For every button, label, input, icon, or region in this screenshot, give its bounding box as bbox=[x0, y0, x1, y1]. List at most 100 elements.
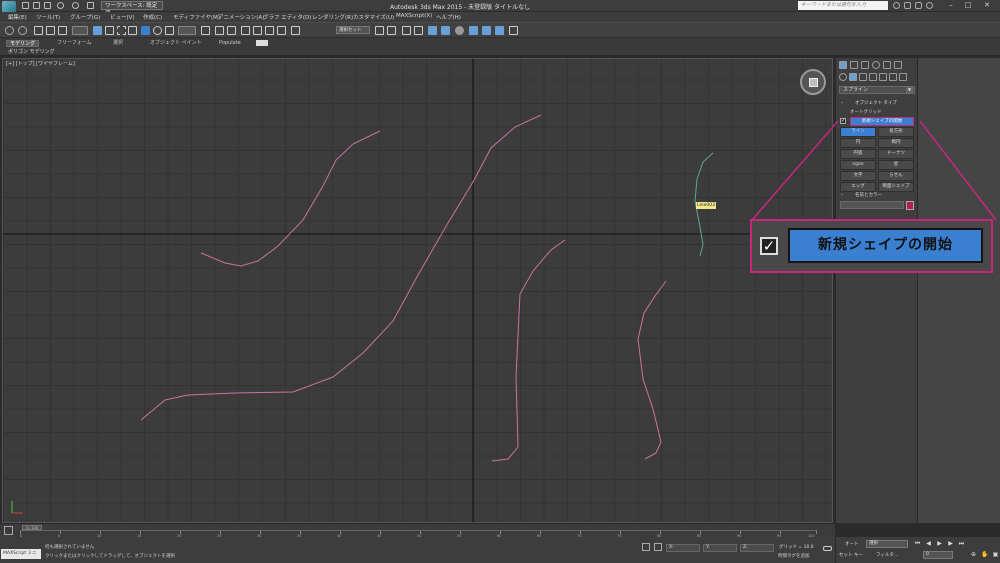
key-icon[interactable] bbox=[823, 546, 832, 551]
menu-rendering[interactable]: レンダリング(R) bbox=[312, 13, 353, 21]
redo-icon[interactable] bbox=[72, 2, 79, 9]
start-new-shape-button-zoomed[interactable]: 新規シェイプの開始 bbox=[788, 228, 983, 263]
ribbon-options-icon[interactable] bbox=[256, 40, 268, 46]
open-file-icon[interactable] bbox=[33, 2, 40, 9]
select-and-manipulate-icon[interactable] bbox=[215, 26, 224, 35]
new-file-icon[interactable] bbox=[22, 2, 29, 9]
create-tab-icon[interactable] bbox=[839, 61, 847, 69]
tab-freeform[interactable]: フリーフォーム bbox=[57, 40, 92, 47]
redo-icon[interactable] bbox=[18, 26, 27, 35]
project-folder-icon[interactable] bbox=[87, 2, 94, 9]
region-select-icon[interactable] bbox=[117, 26, 126, 35]
named-selection-sets-dropdown[interactable]: 選択セット bbox=[336, 26, 370, 34]
window-crossing-icon[interactable] bbox=[128, 26, 137, 35]
rollout-object-type[interactable]: – オブジェクト タイプ bbox=[839, 100, 915, 107]
ribbon-subtab-polygon-modeling[interactable]: ポリゴン モデリング bbox=[8, 48, 55, 55]
key-filter-dropdown[interactable]: 選択 bbox=[866, 540, 908, 548]
close-button[interactable]: ✕ bbox=[980, 0, 994, 11]
display-tab-icon[interactable] bbox=[883, 61, 891, 69]
geometry-icon[interactable] bbox=[839, 73, 847, 81]
mirror-icon[interactable] bbox=[375, 26, 384, 35]
graphite-toggle-icon[interactable] bbox=[414, 26, 423, 35]
menu-help[interactable]: ヘルプ(H) bbox=[436, 13, 461, 21]
maximize-button[interactable]: □ bbox=[961, 0, 975, 11]
edit-named-selection-icon[interactable] bbox=[291, 26, 300, 35]
x-coordinate-field[interactable]: X: bbox=[666, 544, 700, 552]
pan-view-icon[interactable]: ✋ bbox=[981, 551, 988, 558]
schematic-view-icon[interactable] bbox=[441, 26, 450, 35]
absolute-mode-icon[interactable] bbox=[654, 543, 662, 551]
current-frame-field[interactable]: 0 bbox=[923, 551, 953, 559]
keyboard-shortcut-override-icon[interactable] bbox=[227, 26, 236, 35]
set-key-button[interactable]: セット キー bbox=[839, 552, 863, 558]
viewcube-icon[interactable] bbox=[800, 69, 826, 95]
tab-populate[interactable]: Populate bbox=[219, 40, 241, 47]
search-icon[interactable] bbox=[893, 2, 900, 9]
help-icon[interactable] bbox=[926, 2, 933, 9]
save-file-icon[interactable] bbox=[44, 2, 51, 9]
previous-frame-icon[interactable]: ◀ bbox=[925, 540, 932, 547]
material-editor-icon[interactable] bbox=[455, 26, 464, 35]
minimize-button[interactable]: – bbox=[944, 0, 958, 11]
add-time-tag[interactable]: 時間タグを追加 bbox=[778, 553, 810, 559]
go-to-start-icon[interactable]: ⏮ bbox=[914, 540, 921, 547]
percent-snap-icon[interactable] bbox=[265, 26, 274, 35]
unlink-icon[interactable] bbox=[46, 26, 55, 35]
render-production-icon[interactable] bbox=[495, 26, 504, 35]
zoom-extents-icon[interactable]: ⊕ bbox=[970, 551, 977, 558]
maxscript-listener[interactable]: MAXScript ミニ bbox=[1, 549, 41, 559]
z-coordinate-field[interactable]: Z: bbox=[740, 544, 774, 552]
menu-maxscript[interactable]: MAXScript(X) bbox=[396, 13, 432, 19]
curve-editor-icon[interactable] bbox=[428, 26, 437, 35]
bind-to-space-warp-icon[interactable] bbox=[58, 26, 67, 35]
menu-modifiers[interactable]: モディファイヤ(M) bbox=[173, 13, 220, 21]
menu-create[interactable]: 作成(C) bbox=[143, 13, 162, 21]
undo-icon[interactable] bbox=[5, 26, 14, 35]
systems-icon[interactable] bbox=[899, 73, 907, 81]
lock-selection-icon[interactable] bbox=[642, 543, 650, 551]
next-frame-icon[interactable]: ▶ bbox=[947, 540, 954, 547]
pivot-center-icon[interactable] bbox=[201, 26, 210, 35]
mini-curve-editor-icon[interactable] bbox=[4, 526, 13, 535]
communication-center-icon[interactable] bbox=[915, 2, 922, 9]
align-icon[interactable] bbox=[387, 26, 396, 35]
select-and-move-icon[interactable] bbox=[141, 26, 150, 35]
lights-icon[interactable] bbox=[859, 73, 867, 81]
search-input[interactable]: キーワードまたは語句を入力 bbox=[798, 1, 888, 10]
menu-edit[interactable]: 編集(E) bbox=[8, 13, 27, 21]
helpers-icon[interactable] bbox=[879, 73, 887, 81]
menu-customize[interactable]: カスタマイズ(U) bbox=[353, 13, 394, 21]
timeline[interactable]: 0 / 100 0 5 10 15 20 25 30 35 40 45 50 5… bbox=[0, 523, 835, 538]
modify-tab-icon[interactable] bbox=[850, 61, 858, 69]
key-filters-button[interactable]: フィルタ... bbox=[876, 552, 898, 558]
layer-manager-icon[interactable] bbox=[402, 26, 411, 35]
motion-tab-icon[interactable] bbox=[872, 61, 880, 69]
play-icon[interactable]: ▶ bbox=[936, 540, 943, 547]
y-coordinate-field[interactable]: Y: bbox=[703, 544, 737, 552]
utilities-tab-icon[interactable] bbox=[894, 61, 902, 69]
tab-modeling[interactable]: モデリング bbox=[6, 40, 40, 47]
undo-icon[interactable] bbox=[57, 2, 64, 9]
snaps-toggle-icon[interactable] bbox=[241, 26, 250, 35]
category-dropdown[interactable]: スプライン ▼ bbox=[839, 86, 915, 94]
viewport-top[interactable]: [+] [トップ] [ワイヤフレーム] Line003 bbox=[2, 58, 833, 523]
selection-filter-dropdown[interactable] bbox=[72, 26, 88, 35]
menu-group[interactable]: グループ(G) bbox=[70, 13, 100, 21]
auto-key-button[interactable]: オート bbox=[845, 541, 859, 547]
shapes-icon[interactable] bbox=[849, 73, 857, 81]
select-and-rotate-icon[interactable] bbox=[153, 26, 162, 35]
workspace-dropdown[interactable]: ワークスペース: 既定値 bbox=[101, 1, 163, 17]
select-by-name-icon[interactable] bbox=[105, 26, 114, 35]
render-teapot-icon[interactable] bbox=[509, 26, 518, 35]
select-object-icon[interactable] bbox=[93, 26, 102, 35]
select-and-link-icon[interactable] bbox=[34, 26, 43, 35]
go-to-end-icon[interactable]: ⏭ bbox=[958, 540, 965, 547]
maximize-viewport-icon[interactable]: ▣ bbox=[992, 551, 999, 558]
render-setup-icon[interactable] bbox=[469, 26, 478, 35]
menu-tools[interactable]: ツール(T) bbox=[36, 13, 60, 21]
start-new-shape-checkbox-zoomed[interactable]: ✓ bbox=[760, 237, 778, 255]
subscription-icon[interactable] bbox=[904, 2, 911, 9]
menu-graph-editors[interactable]: グラフ エディタ(D) bbox=[263, 13, 311, 21]
cameras-icon[interactable] bbox=[869, 73, 877, 81]
menu-animation[interactable]: アニメーション(A) bbox=[218, 13, 264, 21]
